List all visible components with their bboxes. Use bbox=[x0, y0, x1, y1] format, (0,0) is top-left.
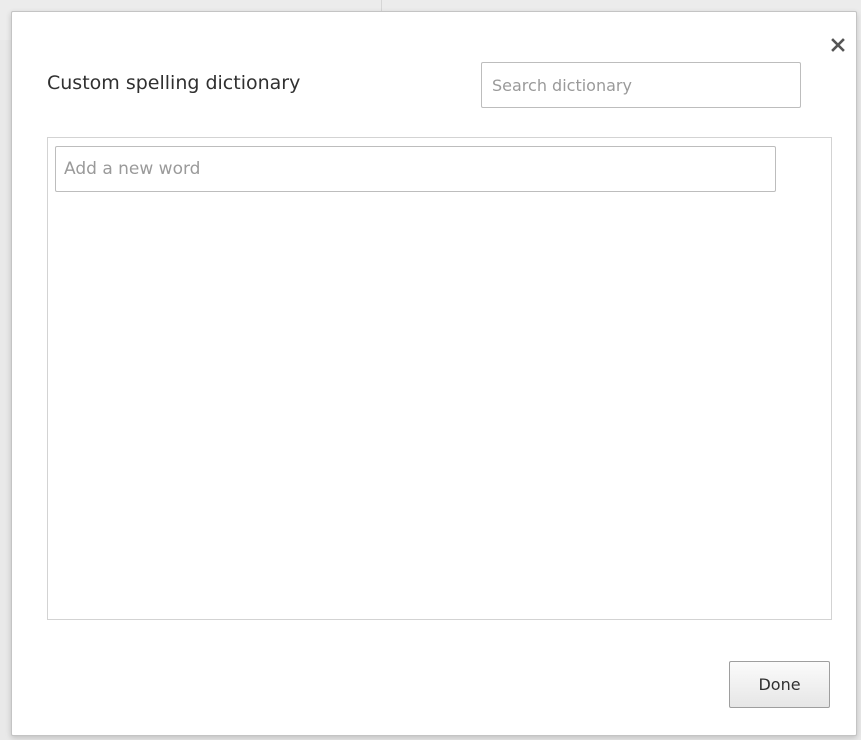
close-button[interactable] bbox=[827, 34, 849, 56]
close-icon bbox=[831, 38, 845, 52]
dialog-title: Custom spelling dictionary bbox=[47, 72, 301, 94]
search-dictionary-input[interactable] bbox=[481, 62, 801, 108]
done-button[interactable]: Done bbox=[729, 661, 830, 708]
custom-dictionary-dialog: Custom spelling dictionary Done bbox=[11, 11, 857, 736]
add-new-word-input[interactable] bbox=[55, 146, 776, 192]
word-list bbox=[47, 137, 832, 620]
